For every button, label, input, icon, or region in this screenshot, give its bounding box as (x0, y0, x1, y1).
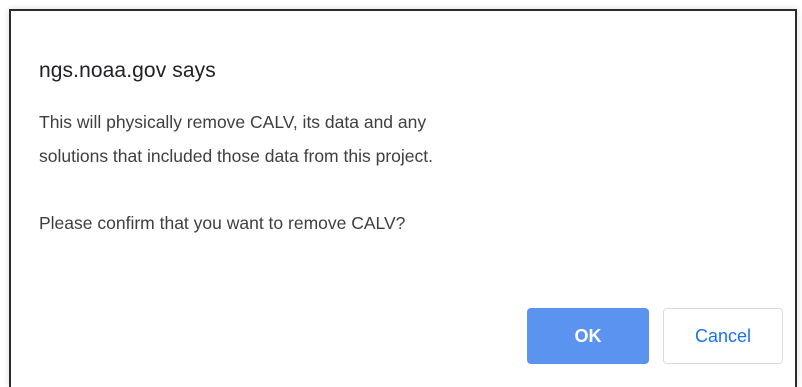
dialog-message-line-2: solutions that included those data from … (39, 146, 433, 166)
ok-button[interactable]: OK (527, 308, 649, 364)
confirm-dialog: ngs.noaa.gov says This will physically r… (9, 9, 797, 387)
dialog-message-line-1: This will physically remove CALV, its da… (39, 112, 427, 132)
dialog-message: This will physically remove CALV, its da… (39, 105, 739, 240)
dialog-title: ngs.noaa.gov says (39, 59, 216, 82)
cancel-button[interactable]: Cancel (663, 308, 783, 364)
dialog-confirm-question: Please confirm that you want to remove C… (39, 213, 406, 233)
dialog-buttons: OK Cancel (527, 308, 783, 364)
page-backdrop: ngs.noaa.gov says This will physically r… (0, 0, 802, 387)
